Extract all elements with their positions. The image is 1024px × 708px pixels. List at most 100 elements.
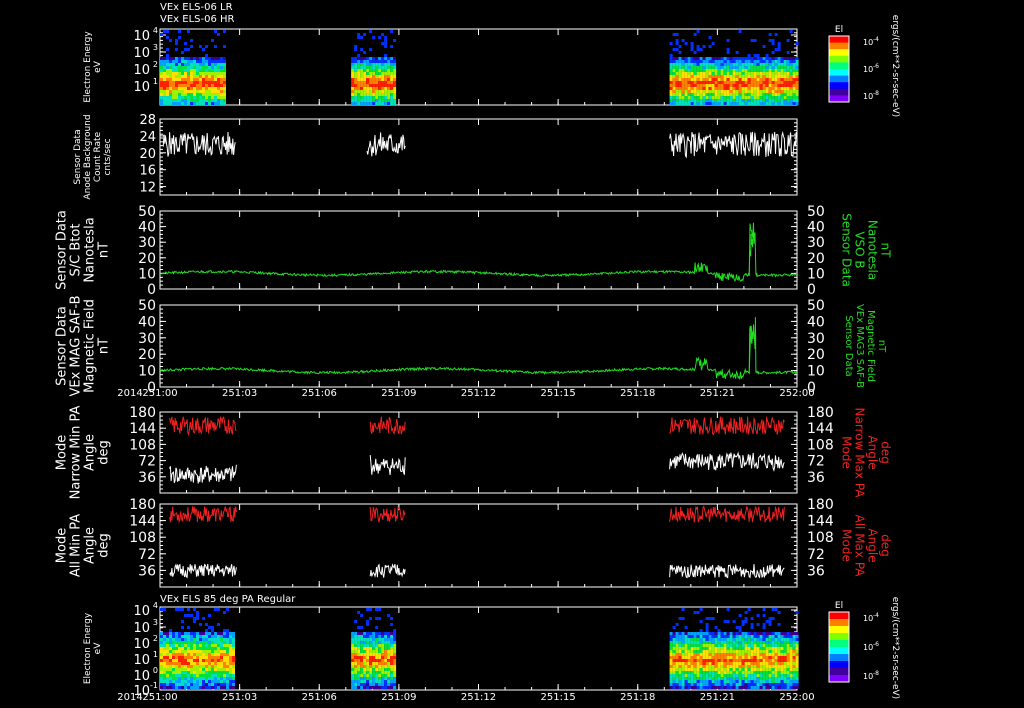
spectrogram-cell [220, 662, 223, 665]
spectrogram-cell [774, 57, 778, 60]
spectrogram-cell [390, 632, 394, 635]
spectrogram-cell [687, 63, 691, 66]
time-axis-tick-label: 251:12 [461, 692, 496, 703]
spectrogram-cell [217, 81, 220, 84]
spectrogram-cell [214, 674, 217, 677]
narrow-min-pa-trace [669, 451, 785, 472]
spectrogram-cell [714, 632, 718, 635]
spectrogram-cell [747, 54, 751, 57]
spectrogram-cell [390, 641, 394, 644]
spectrogram-cell [681, 84, 685, 87]
spectrogram-cell [717, 644, 721, 647]
spectrogram-cell [196, 653, 199, 656]
spectrogram-cell [783, 87, 787, 90]
spectrogram-cell [741, 680, 745, 683]
time-axis-tick-label: 251:12 [461, 388, 496, 399]
spectrogram-cell [214, 72, 217, 75]
spectrogram-cell [166, 96, 169, 99]
spectrogram-cell [729, 78, 733, 81]
spectrogram-cell [747, 686, 751, 689]
spectrogram-cell [735, 683, 739, 686]
spectrogram-cell [366, 656, 370, 659]
spectrogram-cell [187, 102, 190, 105]
spectrogram-cell [780, 93, 784, 96]
spectrogram-cell [384, 686, 388, 689]
spectrogram-cell [226, 680, 229, 683]
spectrogram-cell [675, 674, 679, 677]
colorbar-units-text: ergs/(cm**2-sr-sec-eV) [890, 15, 900, 117]
spectrogram-cell [175, 42, 178, 45]
spectrogram-cell [750, 60, 754, 63]
spectrogram-cell [693, 686, 697, 689]
spectrogram-cell [363, 686, 367, 689]
spectrogram-cell [780, 644, 784, 647]
spectrogram-cell [366, 662, 370, 665]
spectrogram-cell [357, 674, 361, 677]
spectrogram-cell [684, 683, 688, 686]
y-axis-label-line: Count Rate [93, 131, 103, 182]
y-tick-exponent: 3 [153, 618, 158, 627]
right-axis-label: Sensor Data VEx MAG3 SAF-B Magnetic Field n… [843, 304, 887, 388]
spectrogram-cell [747, 674, 751, 677]
spectrogram-cell [777, 63, 781, 66]
spectrogram-cell [214, 650, 217, 653]
spectrogram-cell [372, 60, 376, 63]
time-axis-tick-label: 251:00 [142, 692, 177, 703]
spectrogram-cell [708, 60, 712, 63]
spectrogram-cell [708, 677, 712, 680]
right-axis-label-line: Magnetic Field [865, 310, 876, 382]
spectrogram-cell [738, 30, 742, 33]
spectrogram-cell [160, 680, 163, 683]
spectrogram-cell [756, 90, 760, 93]
spectrogram-cell [753, 650, 757, 653]
spectrogram-cell [357, 632, 361, 635]
spectrogram-cell [744, 650, 748, 653]
spectrogram-cell [369, 647, 373, 650]
spectrogram-cell [726, 96, 730, 99]
spectrogram-cell [720, 75, 724, 78]
spectrogram-cell [372, 57, 376, 60]
spectrogram-cell [226, 683, 229, 686]
spectrogram-cell [729, 93, 733, 96]
spectrogram-cell [774, 96, 778, 99]
spectrogram-cell [684, 75, 688, 78]
spectrogram-cell [217, 90, 220, 93]
spectrogram-cell [756, 668, 760, 671]
spectrogram-cell [792, 677, 796, 680]
spectrogram-cell [163, 60, 166, 63]
spectrogram-cell [205, 90, 208, 93]
spectrogram-cell [753, 656, 757, 659]
spectrogram-cell [223, 66, 226, 69]
right-axis-label-line: VEx MAG3 SAF-B [854, 304, 865, 388]
spectrogram-cell [351, 84, 355, 87]
spectrogram-cell [732, 69, 736, 72]
spectrogram-cell [229, 668, 232, 671]
spectrogram-cell [735, 647, 739, 650]
spectrogram-cell [684, 96, 688, 99]
spectrogram-cell [792, 653, 796, 656]
spectrogram-cell [756, 63, 760, 66]
spectrogram-cell [780, 90, 784, 93]
spectrogram-cell [693, 635, 697, 638]
spectrogram-cell [387, 78, 391, 81]
spectrogram-cell [193, 644, 196, 647]
spectrogram-cell [223, 635, 226, 638]
spectrogram-cell [223, 680, 226, 683]
spectrogram-cell [393, 87, 397, 90]
spectrogram-cell [217, 96, 220, 99]
spectrogram-cell [160, 659, 163, 662]
spectrogram-cell [675, 677, 679, 680]
spectrogram-cell [217, 102, 220, 105]
spectrogram-cell [678, 680, 682, 683]
spectrogram-cell [726, 686, 730, 689]
spectrogram-cell [705, 617, 709, 620]
spectrogram-cell [202, 57, 205, 60]
spectrogram-cell [729, 653, 733, 656]
spectrogram-cell [166, 650, 169, 653]
spectrogram-cell [780, 665, 784, 668]
spectrogram-cell [169, 84, 172, 87]
spectrogram-cell [363, 90, 367, 93]
spectrogram-cell [789, 60, 793, 63]
spectrogram-cell [729, 650, 733, 653]
spectrogram-cell [765, 671, 769, 674]
